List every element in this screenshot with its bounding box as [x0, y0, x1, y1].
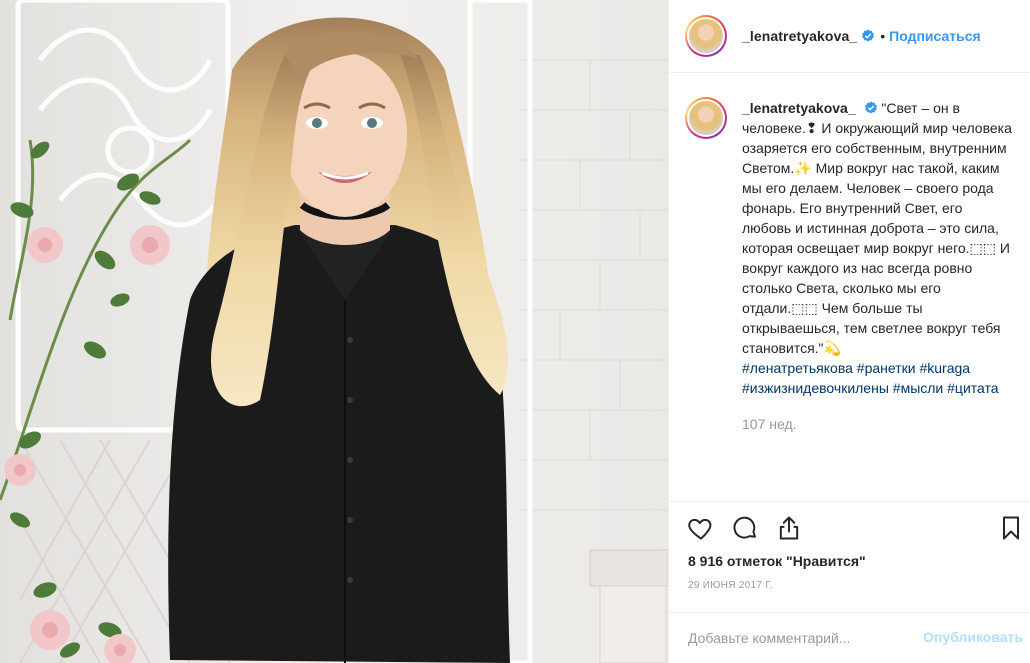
post-header: _lenatretyakova_ • Подписаться — [669, 0, 1030, 73]
header-username[interactable]: _lenatretyakova_ — [742, 28, 857, 44]
hashtag-list: #ленатретьякова #ранетки #kuraga #изжизн… — [742, 358, 1012, 398]
follow-button[interactable]: Подписаться — [889, 28, 981, 44]
publish-button[interactable]: Опубликовать — [923, 629, 1023, 645]
heart-icon[interactable] — [687, 514, 715, 542]
verified-badge-icon — [864, 101, 877, 114]
caption-age[interactable]: 107 нед. — [742, 414, 1012, 434]
caption-avatar[interactable] — [685, 97, 727, 139]
post-date: 29 ИЮНЯ 2017 Г. — [688, 580, 773, 591]
action-icons — [669, 510, 1030, 550]
share-icon[interactable] — [775, 514, 803, 542]
actions-divider — [669, 501, 1030, 502]
likes-count[interactable]: 8 916 отметок "Нравится" — [688, 553, 866, 569]
caption-username[interactable]: _lenatretyakova_ — [742, 100, 856, 116]
header-avatar[interactable] — [685, 15, 727, 57]
hashtag-link[interactable]: #мысли — [893, 380, 943, 396]
avatar-image — [689, 101, 723, 135]
comment-input[interactable] — [688, 627, 898, 649]
post-caption: _lenatretyakova_ "Свет – он в человеке.❢… — [685, 97, 1025, 434]
instagram-post: _lenatretyakova_ • Подписаться _lenatret… — [0, 0, 1030, 663]
verified-badge-icon — [862, 29, 875, 42]
separator-dot: • — [880, 28, 886, 44]
post-sidebar: _lenatretyakova_ • Подписаться _lenatret… — [668, 0, 1030, 663]
post-photo[interactable] — [0, 0, 668, 663]
hashtag-link[interactable]: #kuraga — [919, 360, 970, 376]
comment-form: Опубликовать — [669, 612, 1030, 663]
hashtag-link[interactable]: #ранетки — [857, 360, 916, 376]
bookmark-icon[interactable] — [997, 514, 1025, 542]
caption-body: _lenatretyakova_ "Свет – он в человеке.❢… — [742, 98, 1012, 434]
hashtag-link[interactable]: #ленатретьякова — [742, 360, 853, 376]
comment-icon[interactable] — [731, 514, 759, 542]
hashtag-link[interactable]: #изжизнидевочкилены — [742, 380, 889, 396]
caption-text: "Свет – он в человеке.❢ И окружающий мир… — [742, 100, 1012, 356]
hashtag-link[interactable]: #цитата — [947, 380, 998, 396]
photo-illustration — [0, 0, 668, 663]
avatar-image — [689, 19, 723, 53]
